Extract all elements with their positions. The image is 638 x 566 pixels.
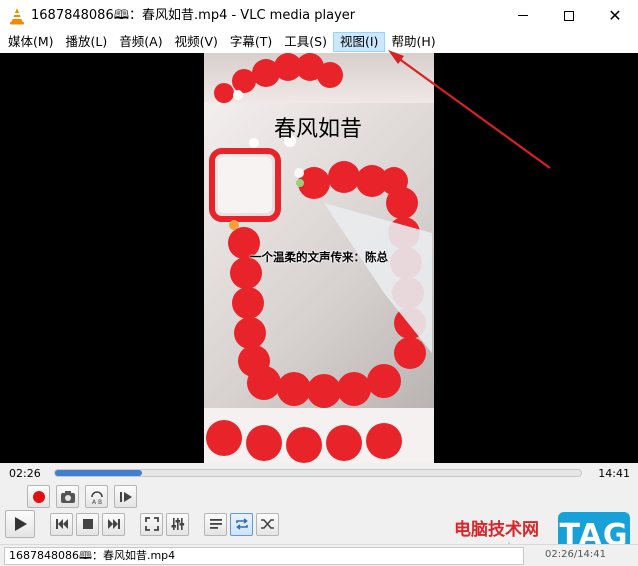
seek-row: 02:26 14:41 <box>0 463 638 483</box>
seek-progress <box>55 470 143 476</box>
menu-media[interactable]: 媒体(M) <box>2 32 60 52</box>
frame-step-button[interactable] <box>114 485 137 508</box>
video-subtitle-overlay: 一个温柔的文声传来：陈总 <box>250 250 388 264</box>
video-area[interactable]: 春风如昔 一个温柔的文声传来：陈总 <box>0 53 638 463</box>
shuffle-button[interactable] <box>256 512 279 536</box>
elapsed-time: 02:26 <box>9 466 41 480</box>
menu-subtitle[interactable]: 字幕(T) <box>224 32 278 52</box>
play-button[interactable] <box>5 510 35 538</box>
status-filename: 1687848086🕮：春风如昔.mp4 <box>4 547 524 565</box>
watermark-site-name: 电脑技术网 <box>454 520 539 540</box>
previous-icon <box>55 519 68 529</box>
menu-tools[interactable]: 工具(S) <box>278 32 333 52</box>
loop-icon <box>235 518 248 530</box>
fullscreen-button[interactable] <box>140 512 163 536</box>
next-button[interactable] <box>102 512 125 536</box>
menu-video[interactable]: 视频(V) <box>169 32 224 52</box>
close-button[interactable]: ✕ <box>592 0 638 31</box>
status-bar: 1687848086🕮：春风如昔.mp4 02:26/14:41 <box>0 544 638 566</box>
maximize-button[interactable] <box>546 0 592 31</box>
svg-text:A B: A B <box>92 499 102 505</box>
record-button[interactable] <box>27 485 50 508</box>
next-icon <box>107 519 120 529</box>
minimize-button[interactable] <box>500 0 546 31</box>
window-title: 1687848086🕮：春风如昔.mp4 - VLC media player <box>31 7 356 23</box>
vlc-cone-icon <box>9 7 25 25</box>
playlist-button[interactable] <box>204 512 227 536</box>
maximize-icon <box>564 10 574 21</box>
total-time: 14:41 <box>598 466 630 480</box>
video-frame: 春风如昔 一个温柔的文声传来：陈总 <box>204 53 434 463</box>
extended-settings-button[interactable] <box>166 512 189 536</box>
loop-ab-icon: A B <box>90 490 103 505</box>
main-controls <box>5 510 282 538</box>
snapshot-button[interactable] <box>56 485 79 508</box>
menu-playback[interactable]: 播放(L) <box>60 32 114 52</box>
frame-step-icon <box>119 491 132 502</box>
video-title-overlay: 春风如昔 <box>274 117 363 142</box>
close-icon: ✕ <box>608 6 622 25</box>
fullscreen-icon <box>144 517 159 531</box>
menu-audio[interactable]: 音频(A) <box>113 32 168 52</box>
play-icon <box>15 517 27 531</box>
menu-help[interactable]: 帮助(H) <box>385 32 441 52</box>
extended-settings-icon <box>171 518 184 530</box>
record-icon <box>32 490 45 503</box>
menu-bar: 媒体(M) 播放(L) 音频(A) 视频(V) 字幕(T) 工具(S) 视图(I… <box>0 31 638 53</box>
loop-ab-button[interactable]: A B <box>85 485 108 508</box>
advanced-controls: A B <box>27 485 140 509</box>
seek-slider[interactable] <box>54 469 582 477</box>
shuffle-icon <box>260 519 274 529</box>
minimize-icon <box>518 15 528 16</box>
loop-button[interactable] <box>230 512 253 536</box>
playlist-icon <box>209 519 222 529</box>
snapshot-icon <box>60 490 75 503</box>
stop-icon <box>82 519 93 529</box>
stop-button[interactable] <box>76 512 99 536</box>
status-time: 02:26/14:41 <box>545 549 607 560</box>
menu-view[interactable]: 视图(I) <box>332 32 386 52</box>
title-bar: 1687848086🕮：春风如昔.mp4 - VLC media player … <box>0 0 638 31</box>
previous-button[interactable] <box>50 512 73 536</box>
